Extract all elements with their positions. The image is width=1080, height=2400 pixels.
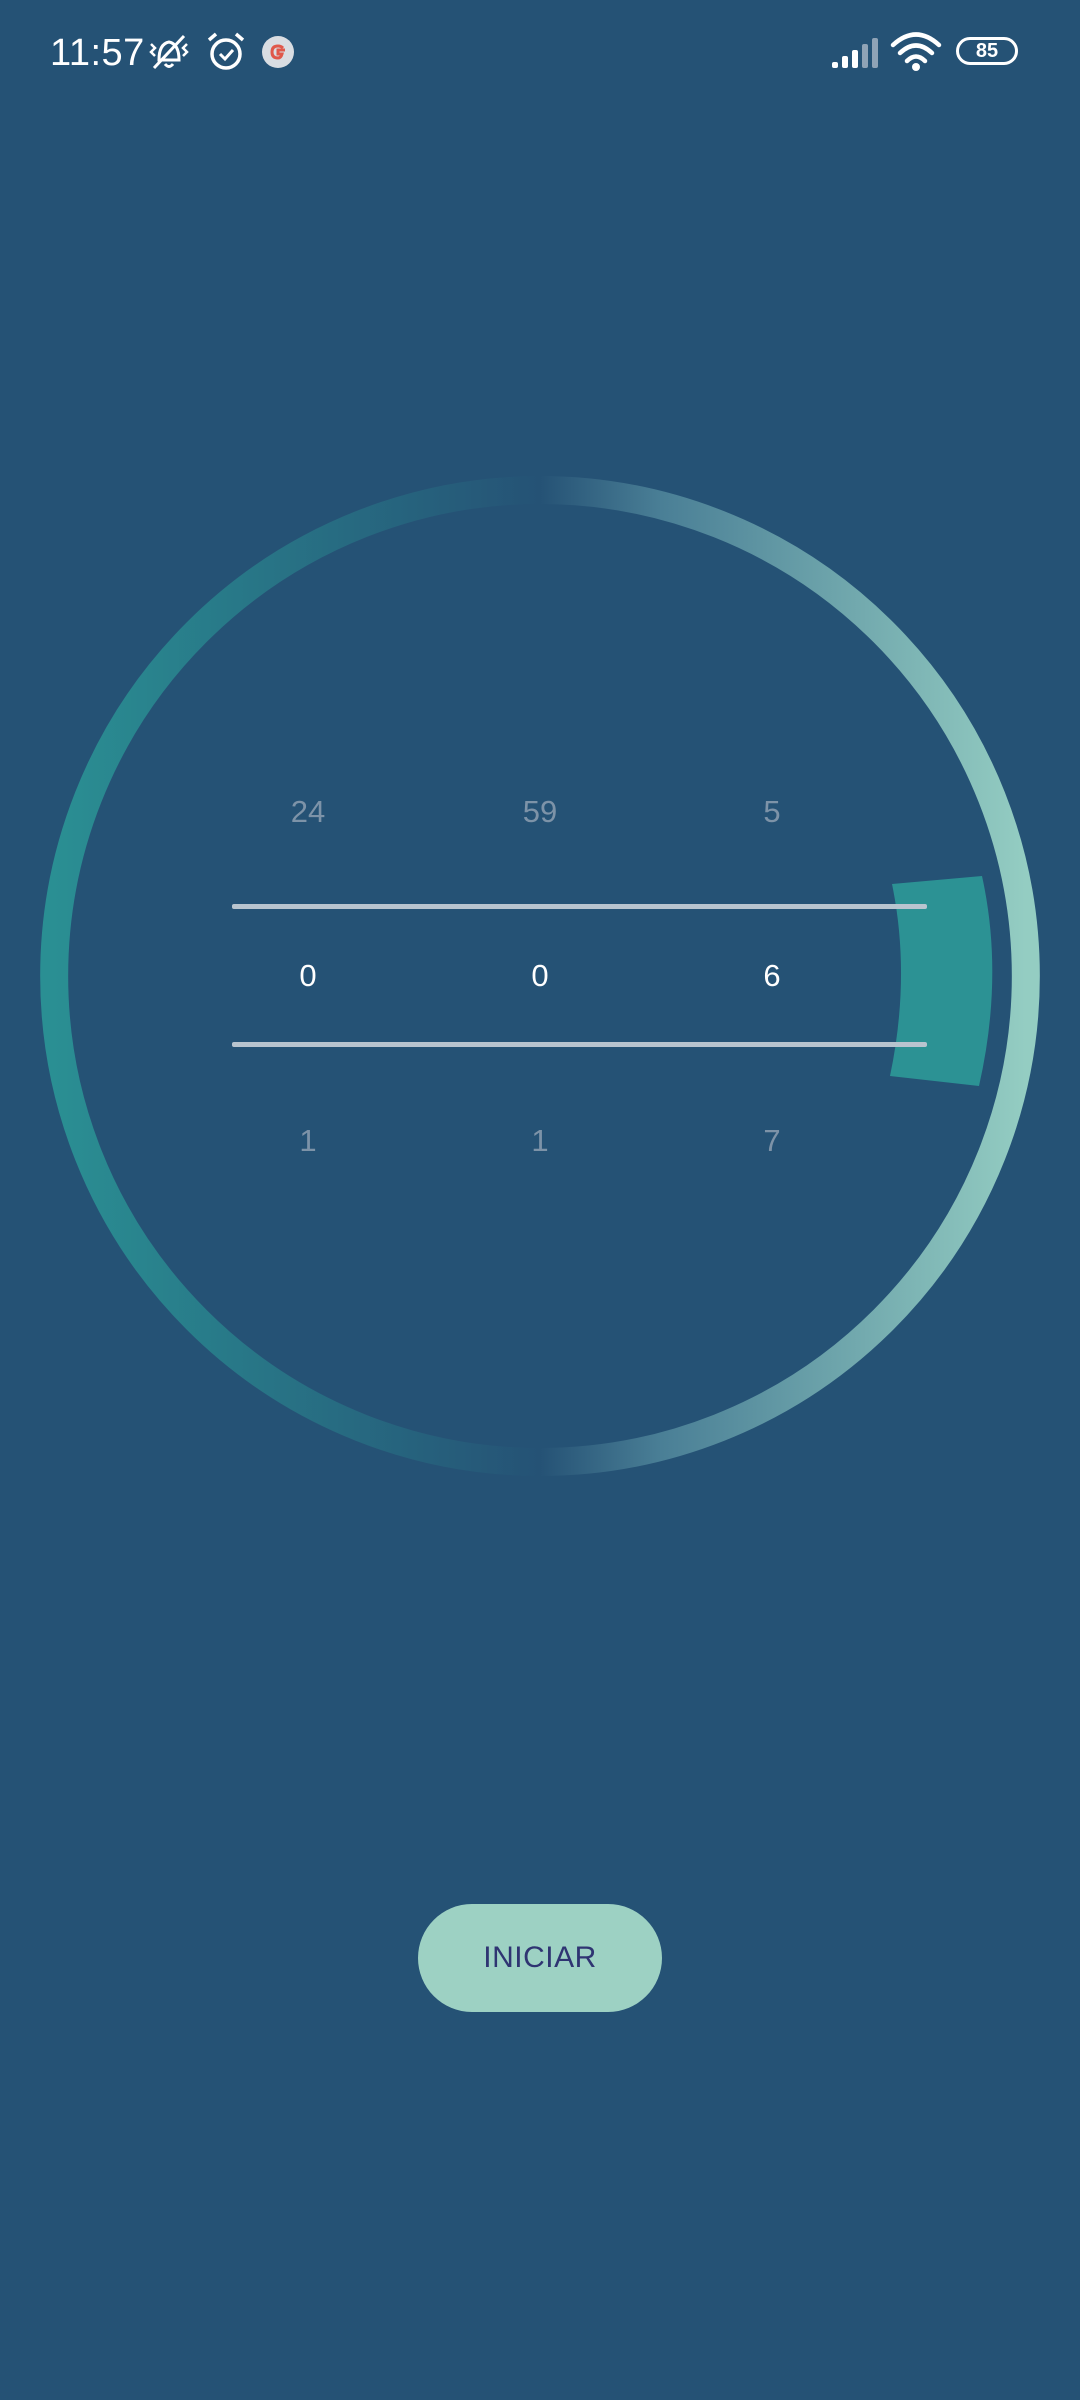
battery-icon: 85 bbox=[956, 37, 1018, 65]
minutes-next: 1 bbox=[531, 1123, 549, 1158]
alarm-icon bbox=[204, 30, 248, 79]
status-bar: 11:57 85 bbox=[0, 0, 1080, 104]
seconds-prev: 5 bbox=[763, 794, 781, 829]
selection-line-top bbox=[232, 904, 927, 909]
google-icon bbox=[258, 32, 298, 77]
hours-next: 1 bbox=[299, 1123, 317, 1158]
seconds-selected: 6 bbox=[763, 958, 781, 993]
start-button[interactable]: INICIAR bbox=[418, 1904, 662, 2012]
hours-selected: 0 bbox=[299, 958, 317, 993]
timer-dial[interactable]: 24 0 1 59 0 1 5 6 7 bbox=[40, 476, 1040, 1476]
minutes-selected: 0 bbox=[531, 958, 549, 993]
hours-prev: 24 bbox=[290, 794, 326, 829]
timer-screen: 11:57 85 24 0 1 59 0 1 5 6 7 INICIAR bbox=[0, 0, 1080, 2400]
status-time: 11:57 bbox=[50, 32, 145, 74]
signal-icon bbox=[830, 34, 880, 75]
selection-line-bottom bbox=[232, 1042, 927, 1047]
seconds-next: 7 bbox=[763, 1123, 781, 1158]
wifi-icon bbox=[890, 32, 942, 77]
minutes-prev: 59 bbox=[522, 794, 558, 829]
vibrate-off-icon bbox=[146, 30, 192, 79]
